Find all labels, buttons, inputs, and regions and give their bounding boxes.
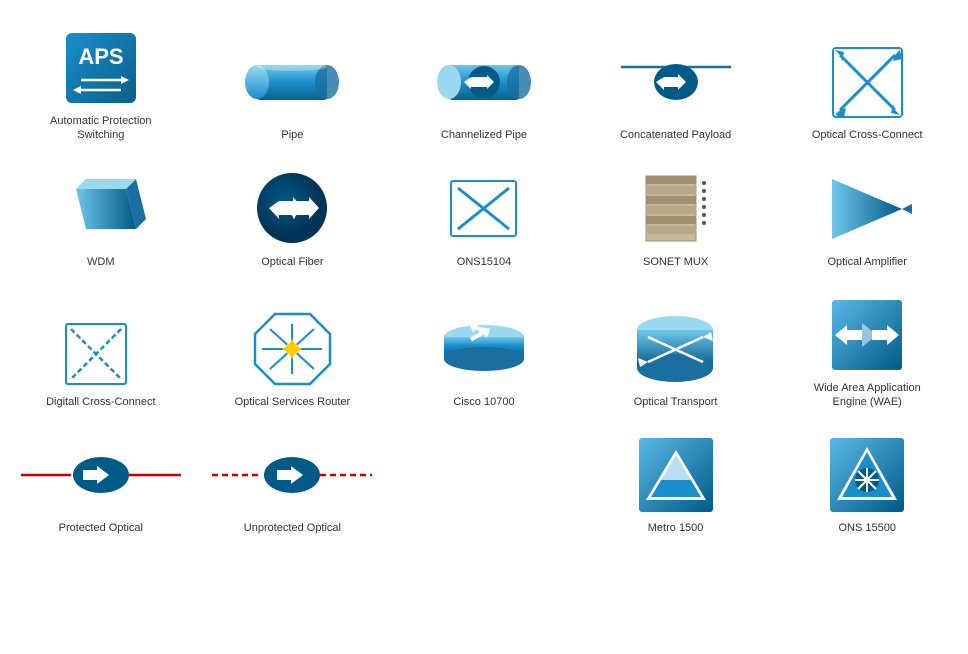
label-optical-transport: Optical Transport: [634, 395, 718, 409]
label-protected-optical: Protected Optical: [59, 521, 143, 535]
label-cisco-10700: Cisco 10700: [453, 395, 514, 409]
item-wae[interactable]: Wide Area Application Engine (WAE): [776, 287, 958, 418]
item-empty1: [393, 427, 575, 543]
icon-grid: APS Automatic Protection Switching: [0, 0, 968, 564]
label-aps: Automatic Protection Switching: [50, 114, 152, 143]
label-channelized-pipe: Channelized Pipe: [441, 128, 527, 142]
label-optical-cross-connect: Optical Cross-Connect: [812, 128, 923, 142]
label-unprotected-optical: Unprotected Optical: [244, 521, 341, 535]
item-aps[interactable]: APS Automatic Protection Switching: [10, 20, 192, 151]
label-wae: Wide Area Application Engine (WAE): [814, 381, 921, 410]
item-optical-amplifier[interactable]: Optical Amplifier: [776, 161, 958, 277]
item-unprotected-optical[interactable]: Unprotected Optical: [202, 427, 384, 543]
label-metro-1500: Metro 1500: [648, 521, 704, 535]
label-sonet-mux: SONET MUX: [643, 255, 708, 269]
label-digitall-cross-connect: Digitall Cross-Connect: [46, 395, 155, 409]
label-optical-amplifier: Optical Amplifier: [827, 255, 906, 269]
item-optical-services-router[interactable]: Optical Services Router: [202, 287, 384, 418]
item-optical-transport[interactable]: Optical Transport: [585, 287, 767, 418]
item-ons15104[interactable]: ONS15104: [393, 161, 575, 277]
svg-text:APS: APS: [78, 44, 123, 69]
label-optical-fiber: Optical Fiber: [261, 255, 323, 269]
item-cisco-10700[interactable]: Cisco 10700: [393, 287, 575, 418]
item-concatenated-payload[interactable]: Concatenated Payload: [585, 20, 767, 151]
label-ons15104: ONS15104: [457, 255, 511, 269]
item-pipe[interactable]: Pipe: [202, 20, 384, 151]
item-metro-1500[interactable]: Metro 1500: [585, 427, 767, 543]
item-optical-fiber[interactable]: Optical Fiber: [202, 161, 384, 277]
item-wdm[interactable]: WDM: [10, 161, 192, 277]
label-concatenated-payload: Concatenated Payload: [620, 128, 731, 142]
label-optical-services-router: Optical Services Router: [235, 395, 351, 409]
item-ons-15500[interactable]: ONS 15500: [776, 427, 958, 543]
item-channelized-pipe[interactable]: Channelized Pipe: [393, 20, 575, 151]
label-pipe: Pipe: [281, 128, 303, 142]
label-wdm: WDM: [87, 255, 115, 269]
item-optical-cross-connect[interactable]: Optical Cross-Connect: [776, 20, 958, 151]
item-sonet-mux[interactable]: SONET MUX: [585, 161, 767, 277]
label-ons-15500: ONS 15500: [838, 521, 895, 535]
item-protected-optical[interactable]: Protected Optical: [10, 427, 192, 543]
item-digitall-cross-connect[interactable]: Digitall Cross-Connect: [10, 287, 192, 418]
